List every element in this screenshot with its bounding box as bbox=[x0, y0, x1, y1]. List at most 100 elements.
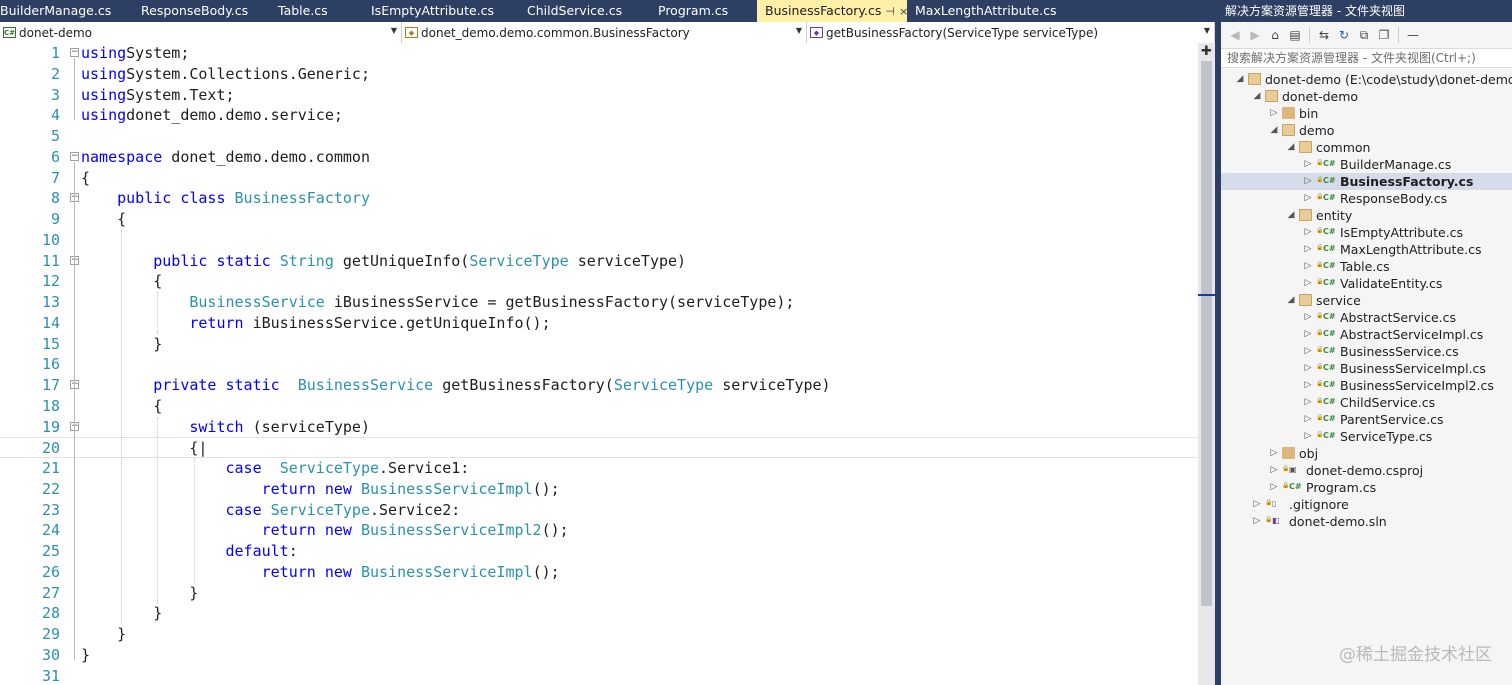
tree-item[interactable]: ▷ 🔒 C# AbstractServiceImpl.cs bbox=[1221, 326, 1512, 343]
expand-arrow-icon[interactable]: ▷ bbox=[1303, 394, 1313, 411]
tree-item[interactable]: ▷ 🔒 C# ServiceType.cs bbox=[1221, 428, 1512, 445]
back-icon[interactable]: ◀ bbox=[1227, 27, 1243, 43]
project-dropdown[interactable]: C# donet-demo ▼ bbox=[0, 22, 402, 43]
code-line[interactable]: 23 case ServiceType.Service2: bbox=[0, 500, 1198, 521]
expand-arrow-icon[interactable]: ▷ bbox=[1269, 479, 1279, 496]
view-switch-icon[interactable]: ▤ bbox=[1287, 27, 1303, 43]
document-tab[interactable]: BusinessFactory.cs ⊣ × bbox=[757, 0, 908, 22]
tree-item[interactable]: ▷ 🔒 C# ParentService.cs bbox=[1221, 411, 1512, 428]
expand-arrow-icon[interactable]: ▷ bbox=[1303, 258, 1313, 275]
code-line[interactable]: 14 return iBusinessService.getUniqueInfo… bbox=[0, 313, 1198, 334]
show-all-files-icon[interactable]: ❐ bbox=[1376, 27, 1392, 43]
scrollbar-thumb[interactable] bbox=[1201, 61, 1212, 606]
expand-arrow-icon[interactable]: ▷ bbox=[1269, 462, 1279, 479]
expand-arrow-icon[interactable]: ▷ bbox=[1303, 173, 1313, 190]
fold-toggle-icon[interactable]: − bbox=[70, 48, 79, 57]
expand-arrow-icon[interactable]: ▷ bbox=[1252, 513, 1262, 530]
tree-item[interactable]: ▷ 🔒 C# BusinessService.cs bbox=[1221, 343, 1512, 360]
code-line[interactable]: 2 usingSystem.Collections.Generic; bbox=[0, 64, 1198, 85]
expand-arrow-icon[interactable]: ▷ bbox=[1303, 275, 1313, 292]
collapse-arrow-icon[interactable]: ◢ bbox=[1286, 139, 1296, 156]
tree-item[interactable]: ▷ 🔒 C# BuilderManage.cs bbox=[1221, 156, 1512, 173]
expand-arrow-icon[interactable]: ▷ bbox=[1252, 496, 1262, 513]
sync-icon[interactable]: ⇆ bbox=[1316, 27, 1332, 43]
expand-arrow-icon[interactable]: ▷ bbox=[1303, 309, 1313, 326]
code-line[interactable]: 6− namespace donet_demo.demo.common bbox=[0, 147, 1198, 168]
expand-arrow-icon[interactable]: ▷ bbox=[1303, 224, 1313, 241]
home-icon[interactable]: ⌂ bbox=[1267, 27, 1283, 43]
tree-item[interactable]: ◢ demo bbox=[1221, 122, 1512, 139]
collapse-arrow-icon[interactable]: ◢ bbox=[1252, 88, 1262, 105]
expand-arrow-icon[interactable]: ▷ bbox=[1303, 190, 1313, 207]
code-line[interactable]: 9 { bbox=[0, 209, 1198, 230]
tree-item[interactable]: ▷ 🔒 ▣ donet-demo.csproj bbox=[1221, 462, 1512, 479]
code-line[interactable]: 27 } bbox=[0, 583, 1198, 604]
solution-explorer-search-input[interactable]: 搜索解决方案资源管理器 - 文件夹视图(Ctrl+;) bbox=[1221, 48, 1512, 68]
tree-item[interactable]: ▷ bin bbox=[1221, 105, 1512, 122]
fold-toggle-icon[interactable]: − bbox=[70, 151, 79, 161]
code-line[interactable]: 17− private static BusinessService getBu… bbox=[0, 375, 1198, 396]
tree-item[interactable]: ◢ donet-demo bbox=[1221, 88, 1512, 105]
expand-arrow-icon[interactable]: ▷ bbox=[1303, 428, 1313, 445]
forward-icon[interactable]: ▶ bbox=[1247, 27, 1263, 43]
code-line[interactable]: 21 case ServiceType.Service1: bbox=[0, 458, 1198, 479]
expand-arrow-icon[interactable]: ▷ bbox=[1303, 156, 1313, 173]
code-line[interactable]: 28 } bbox=[0, 603, 1198, 624]
code-line[interactable]: 20 {| bbox=[0, 437, 1198, 459]
collapse-arrow-icon[interactable]: ◢ bbox=[1286, 207, 1296, 224]
tree-item[interactable]: ◢ entity bbox=[1221, 207, 1512, 224]
expand-arrow-icon[interactable]: ▷ bbox=[1303, 377, 1313, 394]
document-tab[interactable]: ResponseBody.cs bbox=[133, 0, 270, 22]
tree-item[interactable]: ▷ 🔒 C# ResponseBody.cs bbox=[1221, 190, 1512, 207]
collapse-all-icon[interactable]: ⧉ bbox=[1356, 27, 1372, 43]
code-editor[interactable]: BuilderManage.cs ResponseBody.cs Table.cs I… bbox=[0, 0, 1215, 685]
code-line[interactable]: 7{ bbox=[0, 168, 1198, 189]
member-dropdown[interactable]: ◆ getBusinessFactory(ServiceType service… bbox=[807, 22, 1215, 43]
collapse-arrow-icon[interactable]: ◢ bbox=[1269, 122, 1279, 139]
tree-item[interactable]: ▷ 🔒 C# MaxLengthAttribute.cs bbox=[1221, 241, 1512, 258]
tree-item[interactable]: ▷ 🔒 ▯ .gitignore bbox=[1221, 496, 1512, 513]
vertical-scrollbar[interactable]: ✚ bbox=[1198, 43, 1215, 685]
properties-icon[interactable]: — bbox=[1405, 27, 1421, 43]
document-tab[interactable]: BuilderManage.cs bbox=[0, 0, 133, 22]
expand-arrow-icon[interactable]: ▷ bbox=[1303, 326, 1313, 343]
code-line[interactable]: 19− switch (serviceType) bbox=[0, 417, 1198, 438]
collapse-arrow-icon[interactable]: ◢ bbox=[1286, 292, 1296, 309]
code-text-area[interactable]: 1− usingSystem; 2 usingSystem.Collections.G… bbox=[0, 43, 1198, 685]
code-line[interactable]: 18 { bbox=[0, 396, 1198, 417]
tree-item[interactable]: ▷ 🔒 ◧ donet-demo.sln bbox=[1221, 513, 1512, 530]
code-line[interactable]: 8− public class BusinessFactory bbox=[0, 188, 1198, 209]
expand-arrow-icon[interactable]: ▷ bbox=[1303, 343, 1313, 360]
split-window-icon[interactable]: ✚ bbox=[1200, 45, 1213, 58]
code-line[interactable]: 3 usingSystem.Text; bbox=[0, 85, 1198, 106]
expand-arrow-icon[interactable]: ▷ bbox=[1303, 241, 1313, 258]
document-tab[interactable]: IsEmptyAttribute.cs bbox=[363, 0, 519, 22]
code-line[interactable]: 16 bbox=[0, 354, 1198, 375]
document-tab[interactable]: ChildService.cs bbox=[519, 0, 650, 22]
type-dropdown[interactable]: ◆ donet_demo.demo.common.BusinessFactory… bbox=[402, 22, 807, 43]
code-line[interactable]: 1 − usingSystem; bbox=[0, 43, 1198, 64]
code-line[interactable]: 24 return new BusinessServiceImpl2(); bbox=[0, 520, 1198, 541]
code-line[interactable]: 29 } bbox=[0, 624, 1198, 645]
code-line[interactable]: 10 bbox=[0, 230, 1198, 251]
code-line[interactable]: 11− public static String getUniqueInfo(S… bbox=[0, 251, 1198, 272]
expand-arrow-icon[interactable]: ▷ bbox=[1303, 360, 1313, 377]
code-line[interactable]: 22 return new BusinessServiceImpl(); bbox=[0, 479, 1198, 500]
collapse-arrow-icon[interactable]: ◢ bbox=[1235, 71, 1245, 88]
code-line[interactable]: 26 return new BusinessServiceImpl(); bbox=[0, 562, 1198, 583]
document-tab[interactable]: Table.cs bbox=[270, 0, 363, 22]
code-line[interactable]: 4 usingdonet_demo.demo.service; bbox=[0, 105, 1198, 126]
expand-arrow-icon[interactable]: ▷ bbox=[1269, 445, 1279, 462]
tree-item[interactable]: ▷ 🔒 C# Program.cs bbox=[1221, 479, 1512, 496]
document-tab[interactable]: Program.cs bbox=[650, 0, 757, 22]
tree-item[interactable]: ◢ common bbox=[1221, 139, 1512, 156]
tree-item[interactable]: ▷ 🔒 C# ChildService.cs bbox=[1221, 394, 1512, 411]
refresh-icon[interactable]: ↻ bbox=[1336, 27, 1352, 43]
code-line[interactable]: 12 { bbox=[0, 271, 1198, 292]
code-line[interactable]: 25 default: bbox=[0, 541, 1198, 562]
tree-item[interactable]: ◢ donet-demo (E:\code\study\donet-demo) bbox=[1221, 71, 1512, 88]
tree-item[interactable]: ▷ 🔒 C# BusinessServiceImpl2.cs bbox=[1221, 377, 1512, 394]
expand-arrow-icon[interactable]: ▷ bbox=[1269, 105, 1279, 122]
tree-item[interactable]: ◢ service bbox=[1221, 292, 1512, 309]
code-line[interactable]: 5 bbox=[0, 126, 1198, 147]
